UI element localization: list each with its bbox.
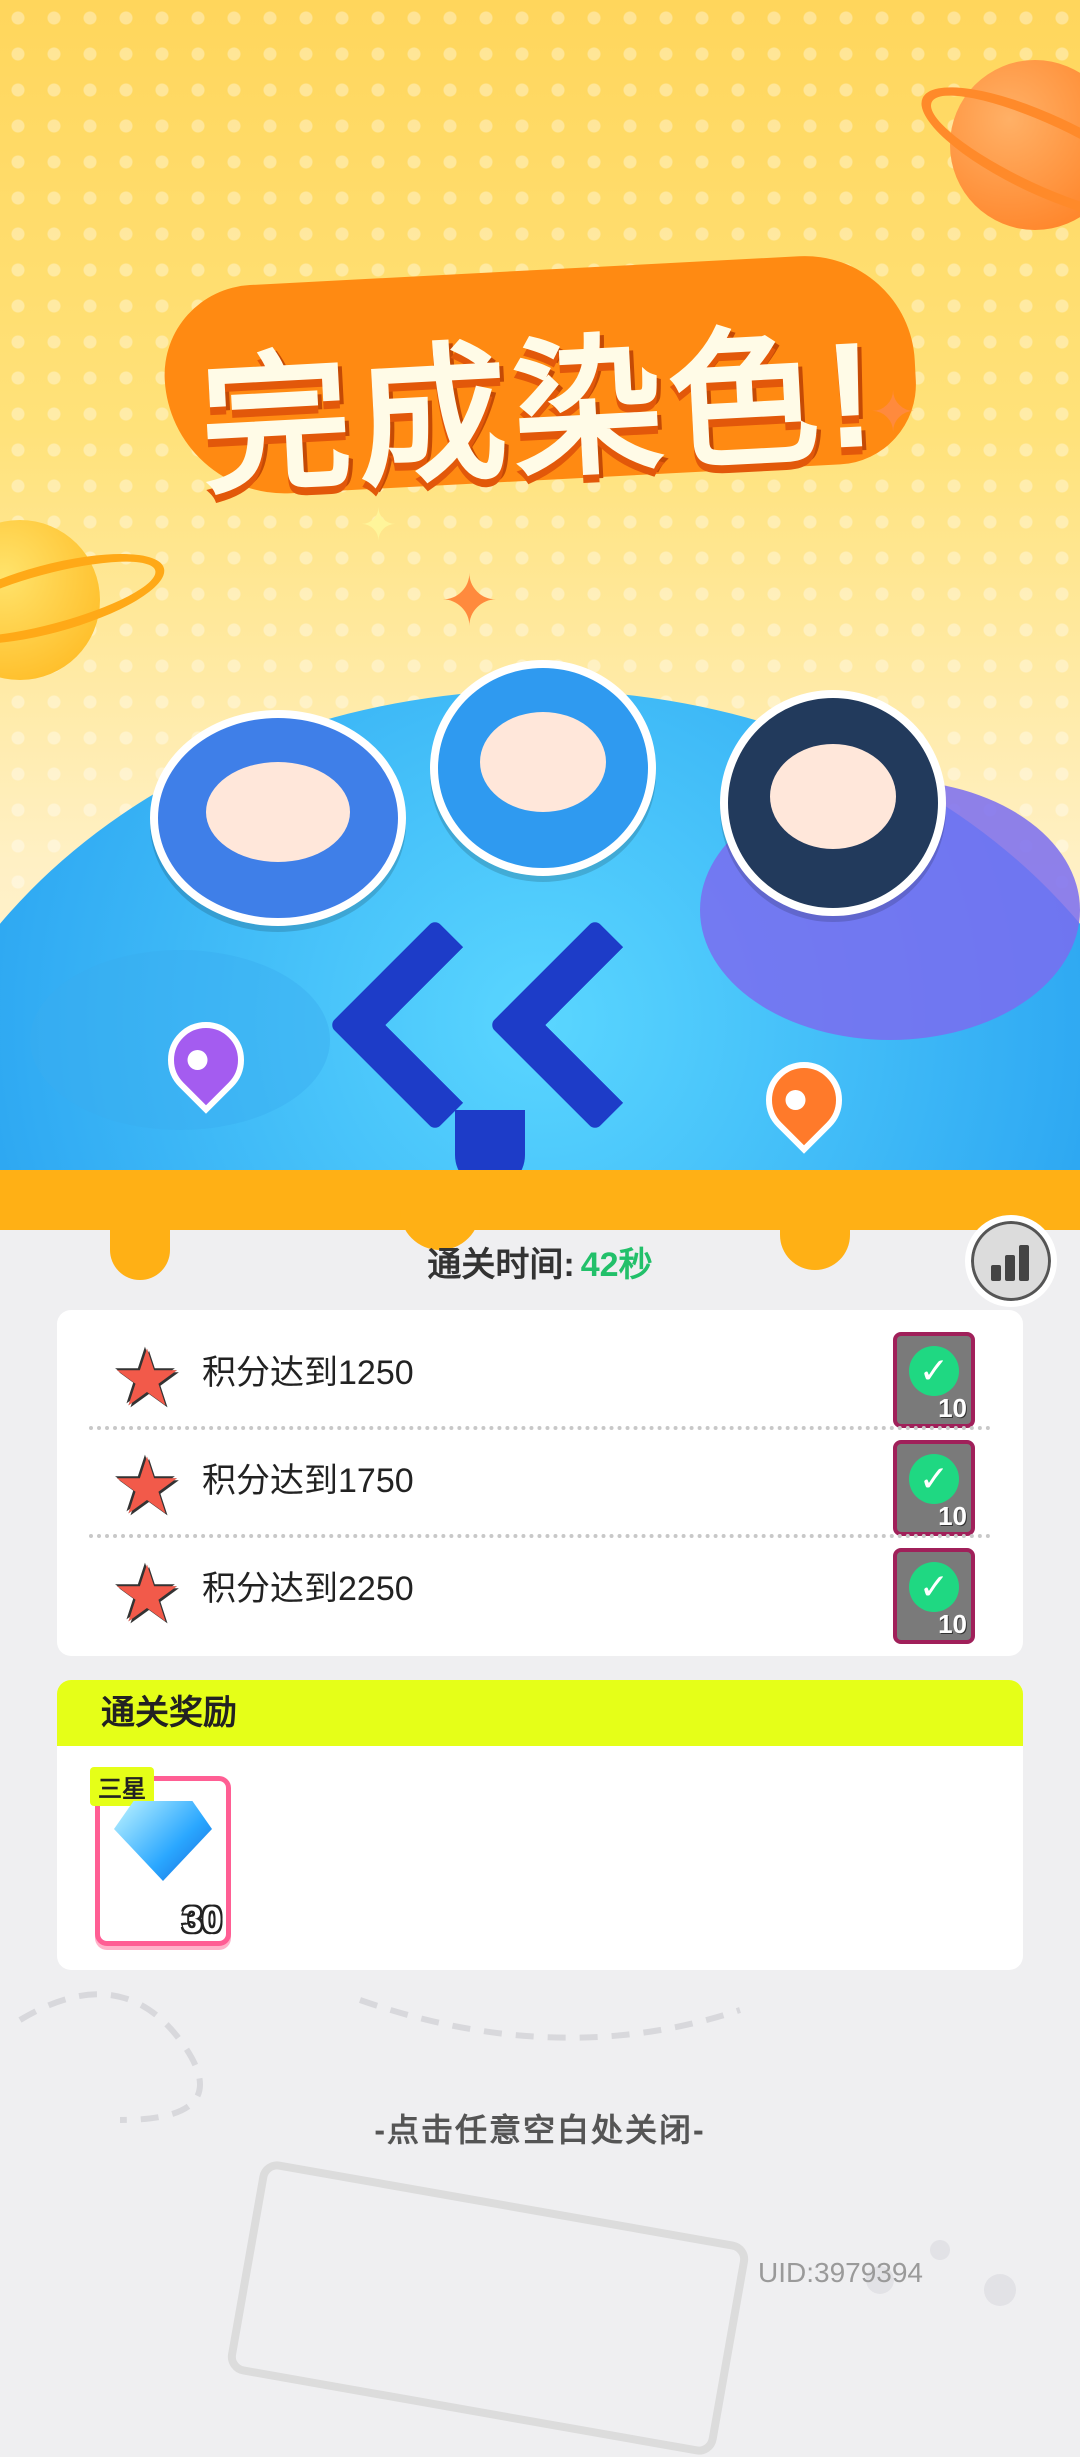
star-icon: ★ <box>112 1550 182 1638</box>
mission-row: ★ 积分达到1250 ✓ 10 <box>57 1320 1023 1428</box>
mission-label: 积分达到1250 <box>202 1354 414 1392</box>
clear-time-value: 42秒 <box>580 1246 653 1284</box>
yellow-planet-icon <box>0 520 100 680</box>
clear-time: 通关时间: 42秒 <box>0 1230 1080 1300</box>
clear-time-label: 通关时间: <box>427 1246 575 1284</box>
mission-label: 积分达到1750 <box>202 1462 414 1500</box>
sparkle-icon: ✦ <box>440 562 499 640</box>
mission-list: ★ 积分达到1250 ✓ 10 ★ 积分达到1750 ✓ 10 ★ 积分达到22… <box>57 1310 1023 1656</box>
reward-item[interactable]: 三星 30 <box>90 1767 231 1946</box>
reward-tag: 三星 <box>90 1767 154 1806</box>
result-illustration: 完成染色! ✦ ✦ ✦ <box>0 0 1080 1230</box>
bar-chart-icon <box>991 1243 1031 1281</box>
mission-reward-badge: ✓ 10 <box>893 1332 975 1428</box>
user-id: UID:3979394 <box>758 2257 924 2288</box>
blue-diamond-icon <box>114 1801 212 1881</box>
clear-reward-card: 通关奖励 三星 30 <box>57 1680 1023 1970</box>
orange-planet-icon <box>950 60 1080 230</box>
result-title: 完成染色! <box>196 309 885 513</box>
character-blue-hat <box>150 710 406 926</box>
check-icon: ✓ <box>909 1346 959 1396</box>
close-hint[interactable]: -点击任意空白处关闭- <box>0 2105 1080 2151</box>
reward-count: 30 <box>181 1899 222 1940</box>
mission-row: ★ 积分达到2250 ✓ 10 <box>57 1534 1023 1644</box>
mission-row: ★ 积分达到1750 ✓ 10 <box>57 1426 1023 1536</box>
stats-button[interactable] <box>965 1215 1057 1307</box>
mission-label: 积分达到2250 <box>202 1570 414 1608</box>
mission-reward-badge: ✓ 10 <box>893 1548 975 1644</box>
globe-right-eye <box>488 918 702 1132</box>
character-white-hat <box>720 690 946 916</box>
sparkle-icon: ✦ <box>870 381 917 443</box>
star-icon: ★ <box>112 1334 182 1422</box>
reward-heading: 通关奖励 <box>57 1680 1023 1746</box>
character-goggles <box>430 660 656 876</box>
check-icon: ✓ <box>909 1454 959 1504</box>
mission-reward-badge: ✓ 10 <box>893 1440 975 1536</box>
sparkle-icon: ✦ <box>360 501 397 550</box>
check-icon: ✓ <box>909 1562 959 1612</box>
star-icon: ★ <box>112 1442 182 1530</box>
